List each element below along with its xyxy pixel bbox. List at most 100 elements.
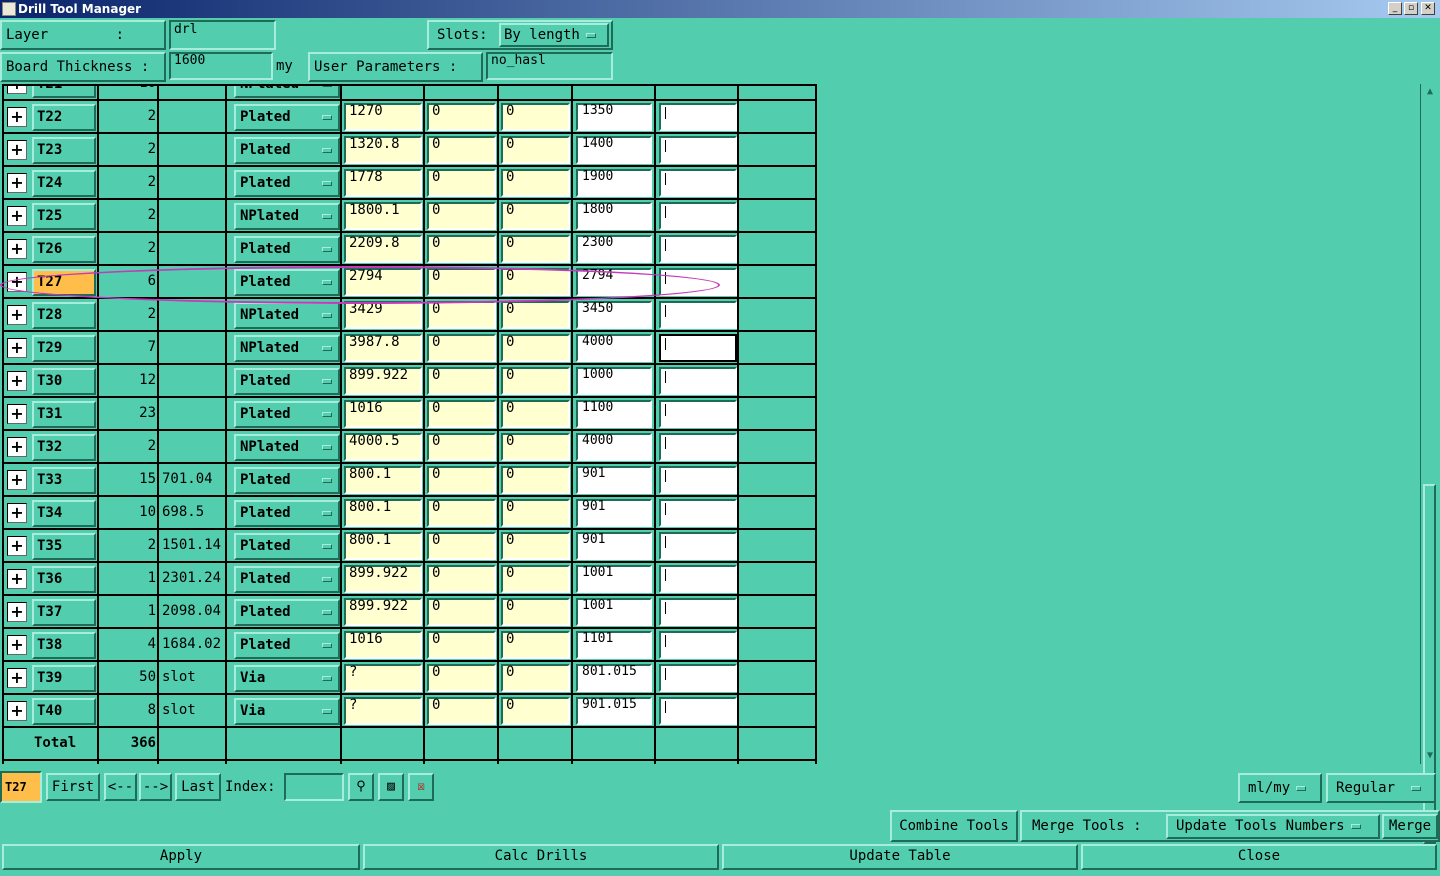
tolerance-plus-field[interactable]: 0 (427, 664, 496, 692)
tolerance-minus-field[interactable]: 0 (501, 136, 570, 164)
tolerance-minus-field[interactable]: 0 (501, 499, 570, 527)
expand-icon[interactable]: + (7, 602, 27, 622)
tolerance-plus-field[interactable]: 0 (427, 169, 496, 197)
drill-size-field[interactable]: 901 (576, 466, 652, 494)
expand-icon[interactable]: + (7, 140, 27, 160)
tolerance-minus-field[interactable]: 0 (501, 598, 570, 626)
type-dropdown[interactable]: Plated (234, 599, 340, 626)
tolerance-plus-field[interactable]: 0 (427, 103, 496, 131)
tolerance-plus-field[interactable]: 0 (427, 532, 496, 560)
mode-dropdown[interactable]: Regular (1326, 773, 1436, 803)
close-button[interactable]: Close (1081, 844, 1437, 870)
finish-size-field[interactable]: 899.922 (344, 367, 422, 395)
tolerance-minus-field[interactable]: 0 (501, 631, 570, 659)
index-field[interactable] (284, 773, 344, 801)
extra-field[interactable] (659, 697, 737, 725)
extra-field[interactable] (659, 466, 737, 494)
drill-size-field[interactable]: 4000 (576, 334, 652, 362)
expand-icon[interactable]: + (7, 503, 27, 523)
type-dropdown[interactable]: NPlated (234, 203, 340, 230)
finish-size-field[interactable]: ? (344, 697, 422, 725)
expand-icon[interactable]: + (7, 404, 27, 424)
drill-size-field[interactable]: 1350 (576, 103, 652, 131)
expand-icon[interactable]: + (7, 107, 27, 127)
drill-size-field[interactable]: 3450 (576, 301, 652, 329)
board-thickness-field[interactable]: 1600 (169, 52, 273, 80)
image-icon[interactable]: ▨ (378, 773, 404, 801)
tolerance-minus-field[interactable]: 0 (501, 103, 570, 131)
slots-dropdown[interactable]: By length (499, 23, 609, 47)
tolerance-plus-field[interactable]: 0 (427, 301, 496, 329)
expand-icon[interactable]: + (7, 239, 27, 259)
tool-button[interactable]: T28 (32, 302, 96, 329)
delete-icon[interactable]: ☒ (408, 773, 434, 801)
tolerance-plus-field[interactable]: 0 (427, 565, 496, 593)
tolerance-minus-field[interactable]: 0 (501, 664, 570, 692)
expand-icon[interactable]: + (7, 173, 27, 193)
tolerance-plus-field[interactable]: 0 (427, 367, 496, 395)
drill-size-field[interactable]: 1900 (576, 169, 652, 197)
extra-field[interactable] (659, 367, 737, 395)
tolerance-plus-field[interactable]: 0 (427, 466, 496, 494)
finish-size-field[interactable]: 3429 (344, 301, 422, 329)
extra-field[interactable] (659, 169, 737, 197)
tool-button[interactable]: T21 (32, 86, 96, 98)
finish-size-field[interactable]: 1016 (344, 631, 422, 659)
drill-size-field[interactable]: 1100 (576, 400, 652, 428)
type-dropdown[interactable]: Via (234, 665, 340, 692)
tolerance-minus-field[interactable]: 0 (501, 697, 570, 725)
type-dropdown[interactable]: Plated (234, 170, 340, 197)
expand-icon[interactable]: + (7, 437, 27, 457)
finish-size-field[interactable]: 4000.5 (344, 433, 422, 461)
tolerance-plus-field[interactable]: 0 (427, 202, 496, 230)
tolerance-minus-field[interactable]: 0 (501, 169, 570, 197)
expand-icon[interactable]: + (7, 569, 27, 589)
expand-icon[interactable]: + (7, 701, 27, 721)
drill-size-field[interactable]: 1101 (576, 631, 652, 659)
drill-size-field[interactable]: 4000 (576, 433, 652, 461)
tool-button[interactable]: T25 (32, 203, 96, 230)
type-dropdown[interactable]: Plated (234, 269, 340, 296)
previous-button[interactable]: <-- (104, 773, 137, 801)
extra-field[interactable] (659, 301, 737, 329)
type-dropdown[interactable]: Plated (234, 500, 340, 527)
tool-button[interactable]: T40 (32, 698, 96, 725)
extra-field[interactable] (659, 202, 737, 230)
expand-icon[interactable]: + (7, 305, 27, 325)
finish-size-field[interactable]: 899.922 (344, 565, 422, 593)
drill-size-field[interactable]: 901 (576, 532, 652, 560)
finish-size-field[interactable]: 3987.8 (344, 334, 422, 362)
drill-size-field[interactable]: 2300 (576, 235, 652, 263)
extra-field[interactable] (659, 136, 737, 164)
tolerance-plus-field[interactable]: 0 (427, 598, 496, 626)
type-dropdown[interactable]: Plated (234, 104, 340, 131)
finish-size-field[interactable]: 2794 (344, 268, 422, 296)
finish-size-field[interactable]: 1270 (344, 103, 422, 131)
tolerance-minus-field[interactable]: 0 (501, 202, 570, 230)
tolerance-minus-field[interactable]: 0 (501, 235, 570, 263)
tolerance-plus-field[interactable]: 0 (427, 697, 496, 725)
tolerance-minus-field[interactable]: 0 (501, 565, 570, 593)
drill-size-field[interactable]: 901.015 (576, 697, 652, 725)
last-button[interactable]: Last (175, 773, 221, 801)
type-dropdown[interactable]: Plated (234, 401, 340, 428)
tool-button[interactable]: T38 (32, 632, 96, 659)
extra-field[interactable] (659, 103, 737, 131)
tolerance-minus-field[interactable]: 0 (501, 466, 570, 494)
type-dropdown[interactable]: Plated (234, 137, 340, 164)
update-table-button[interactable]: Update Table (722, 844, 1078, 870)
extra-field[interactable] (659, 499, 737, 527)
tolerance-minus-field[interactable]: 0 (501, 400, 570, 428)
type-dropdown[interactable]: Plated (234, 236, 340, 263)
tool-button[interactable]: T37 (32, 599, 96, 626)
tool-button[interactable]: T22 (32, 104, 96, 131)
type-dropdown[interactable]: NPlated (234, 335, 340, 362)
first-button[interactable]: First (46, 773, 100, 801)
tool-button[interactable]: T26 (32, 236, 96, 263)
type-dropdown[interactable]: Via (234, 698, 340, 725)
extra-field[interactable] (659, 433, 737, 461)
tool-button[interactable]: T23 (32, 137, 96, 164)
finish-size-field[interactable]: 800.1 (344, 466, 422, 494)
extra-field[interactable] (659, 532, 737, 560)
units-dropdown[interactable]: ml/my (1238, 773, 1322, 803)
